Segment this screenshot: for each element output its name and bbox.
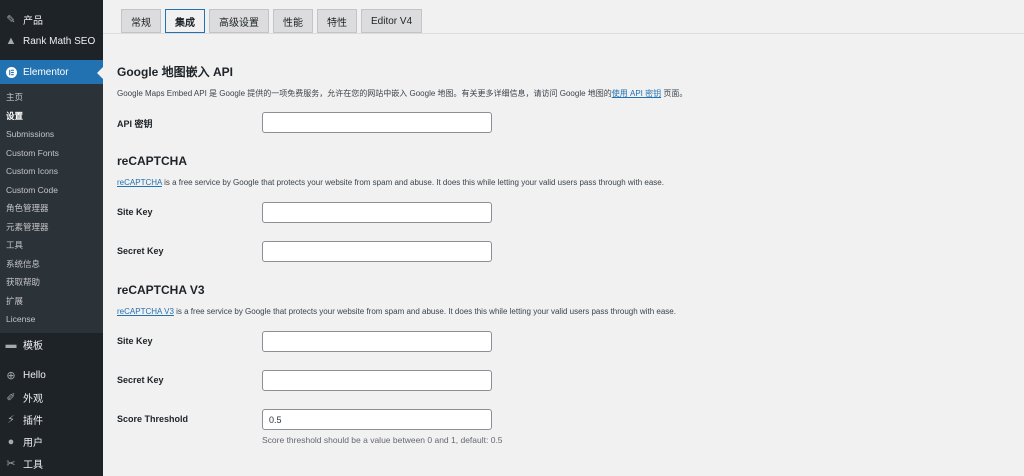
sidebar-item-rank-math[interactable]: ▲ Rank Math SEO	[0, 30, 103, 52]
sidebar-item-products[interactable]: ✎ 产品	[0, 8, 103, 30]
section-desc-recaptcha: reCAPTCHA is a free service by Google th…	[117, 178, 664, 187]
sidebar-item-templates[interactable]: ▬ 模板	[0, 333, 103, 357]
section-title-recaptcha-v3: reCAPTCHA V3	[117, 283, 205, 297]
secret-key-label: Secret Key	[117, 246, 164, 256]
chart-icon: ▲	[5, 35, 17, 47]
sidebar-item-label: 用户	[23, 438, 43, 449]
v3-secret-key-input[interactable]	[262, 370, 492, 391]
site-key-input[interactable]	[262, 202, 492, 223]
v3-site-key-input[interactable]	[262, 331, 492, 352]
settings-main: 常规 集成 高级设置 性能 特性 Editor V4 Google 地图嵌入 A…	[103, 0, 1024, 476]
admin-sidebar: ✎ 产品 ▲ Rank Math SEO Elementor 主页 设置 Sub…	[0, 0, 103, 476]
score-threshold-label: Score Threshold	[117, 414, 189, 424]
submenu-item-custom-icons[interactable]: Custom Icons	[0, 162, 103, 181]
submenu-item-custom-fonts[interactable]: Custom Fonts	[0, 144, 103, 163]
tab-advanced[interactable]: 高级设置	[209, 9, 269, 33]
tab-integrations[interactable]: 集成	[165, 9, 205, 33]
sidebar-item-users[interactable]: ● 用户	[0, 431, 103, 453]
plus-circle-icon: ⊕	[6, 370, 16, 382]
sidebar-item-label: 工具	[23, 460, 43, 471]
brush-icon: ✐	[6, 392, 16, 404]
submenu-item-submissions[interactable]: Submissions	[0, 125, 103, 144]
sidebar-item-label: 插件	[23, 416, 43, 427]
tab-general[interactable]: 常规	[121, 9, 161, 33]
sidebar-item-label: Rank Math SEO	[23, 35, 96, 47]
sidebar-item-label: 产品	[23, 15, 43, 27]
desc-text: is a free service by Google that protect…	[161, 178, 664, 187]
wrench-icon: ✂	[6, 458, 16, 470]
sidebar-item-tools[interactable]: ✂ 工具	[0, 453, 103, 475]
score-threshold-input[interactable]	[262, 409, 492, 430]
sidebar-item-appearance[interactable]: ✐ 外观	[0, 387, 103, 409]
v3-site-key-label: Site Key	[117, 336, 153, 346]
tab-performance[interactable]: 性能	[273, 9, 313, 33]
api-key-link[interactable]: 使用 API 密钥	[612, 89, 661, 98]
api-key-label: API 密钥	[117, 119, 153, 129]
tab-features[interactable]: 特性	[317, 9, 357, 33]
submenu-item-custom-code[interactable]: Custom Code	[0, 181, 103, 200]
submenu-item-system-info[interactable]: 系统信息	[0, 255, 103, 274]
submenu-item-home[interactable]: 主页	[0, 88, 103, 107]
section-desc-google-maps: Google Maps Embed API 是 Google 提供的一项免费服务…	[117, 88, 687, 99]
sidebar-item-elementor[interactable]: Elementor	[0, 60, 103, 84]
user-icon: ●	[7, 435, 15, 448]
desc-text: is a free service by Google that protect…	[173, 307, 676, 316]
submenu-item-license[interactable]: License	[0, 310, 103, 329]
pin-icon: ✎	[6, 13, 16, 26]
folder-icon: ▬	[5, 338, 17, 351]
secret-key-input[interactable]	[262, 241, 492, 262]
section-title-google-maps: Google 地图嵌入 API	[117, 65, 234, 79]
sidebar-item-plugins[interactable]: ⚡ 插件	[0, 409, 103, 431]
settings-tabs: 常规 集成 高级设置 性能 特性 Editor V4	[121, 9, 423, 33]
sidebar-item-label: 模板	[23, 341, 43, 352]
tab-editor-v4[interactable]: Editor V4	[361, 9, 423, 33]
sidebar-item-cut-off[interactable]	[0, 0, 103, 8]
sidebar-item-label: Elementor	[23, 66, 69, 78]
submenu-item-get-help[interactable]: 获取帮助	[0, 273, 103, 292]
sidebar-item-label: Hello	[23, 370, 46, 381]
elementor-submenu: 主页 设置 Submissions Custom Fonts Custom Ic…	[0, 84, 103, 333]
submenu-item-tools[interactable]: 工具	[0, 236, 103, 255]
recaptcha-v3-link[interactable]: reCAPTCHA V3	[117, 307, 174, 316]
sidebar-item-hello[interactable]: ⊕ Hello	[0, 365, 103, 387]
desc-text: 页面。	[661, 89, 688, 98]
recaptcha-link[interactable]: reCAPTCHA	[117, 178, 162, 187]
v3-secret-key-label: Secret Key	[117, 375, 164, 385]
section-desc-recaptcha-v3: reCAPTCHA V3 is a free service by Google…	[117, 307, 676, 316]
submenu-item-role-manager[interactable]: 角色管理器	[0, 199, 103, 218]
elementor-icon	[5, 66, 17, 78]
sidebar-item-label: 外观	[23, 394, 43, 405]
score-threshold-help: Score threshold should be a value betwee…	[262, 435, 503, 445]
submenu-item-element-manager[interactable]: 元素管理器	[0, 218, 103, 237]
site-key-label: Site Key	[117, 207, 153, 217]
section-title-recaptcha: reCAPTCHA	[117, 154, 188, 168]
api-key-input[interactable]	[262, 112, 492, 133]
submenu-item-addons[interactable]: 扩展	[0, 292, 103, 311]
desc-text: Google Maps Embed API 是 Google 提供的一项免费服务…	[117, 89, 612, 98]
submenu-item-settings[interactable]: 设置	[0, 107, 103, 126]
plug-icon: ⚡	[7, 414, 15, 426]
